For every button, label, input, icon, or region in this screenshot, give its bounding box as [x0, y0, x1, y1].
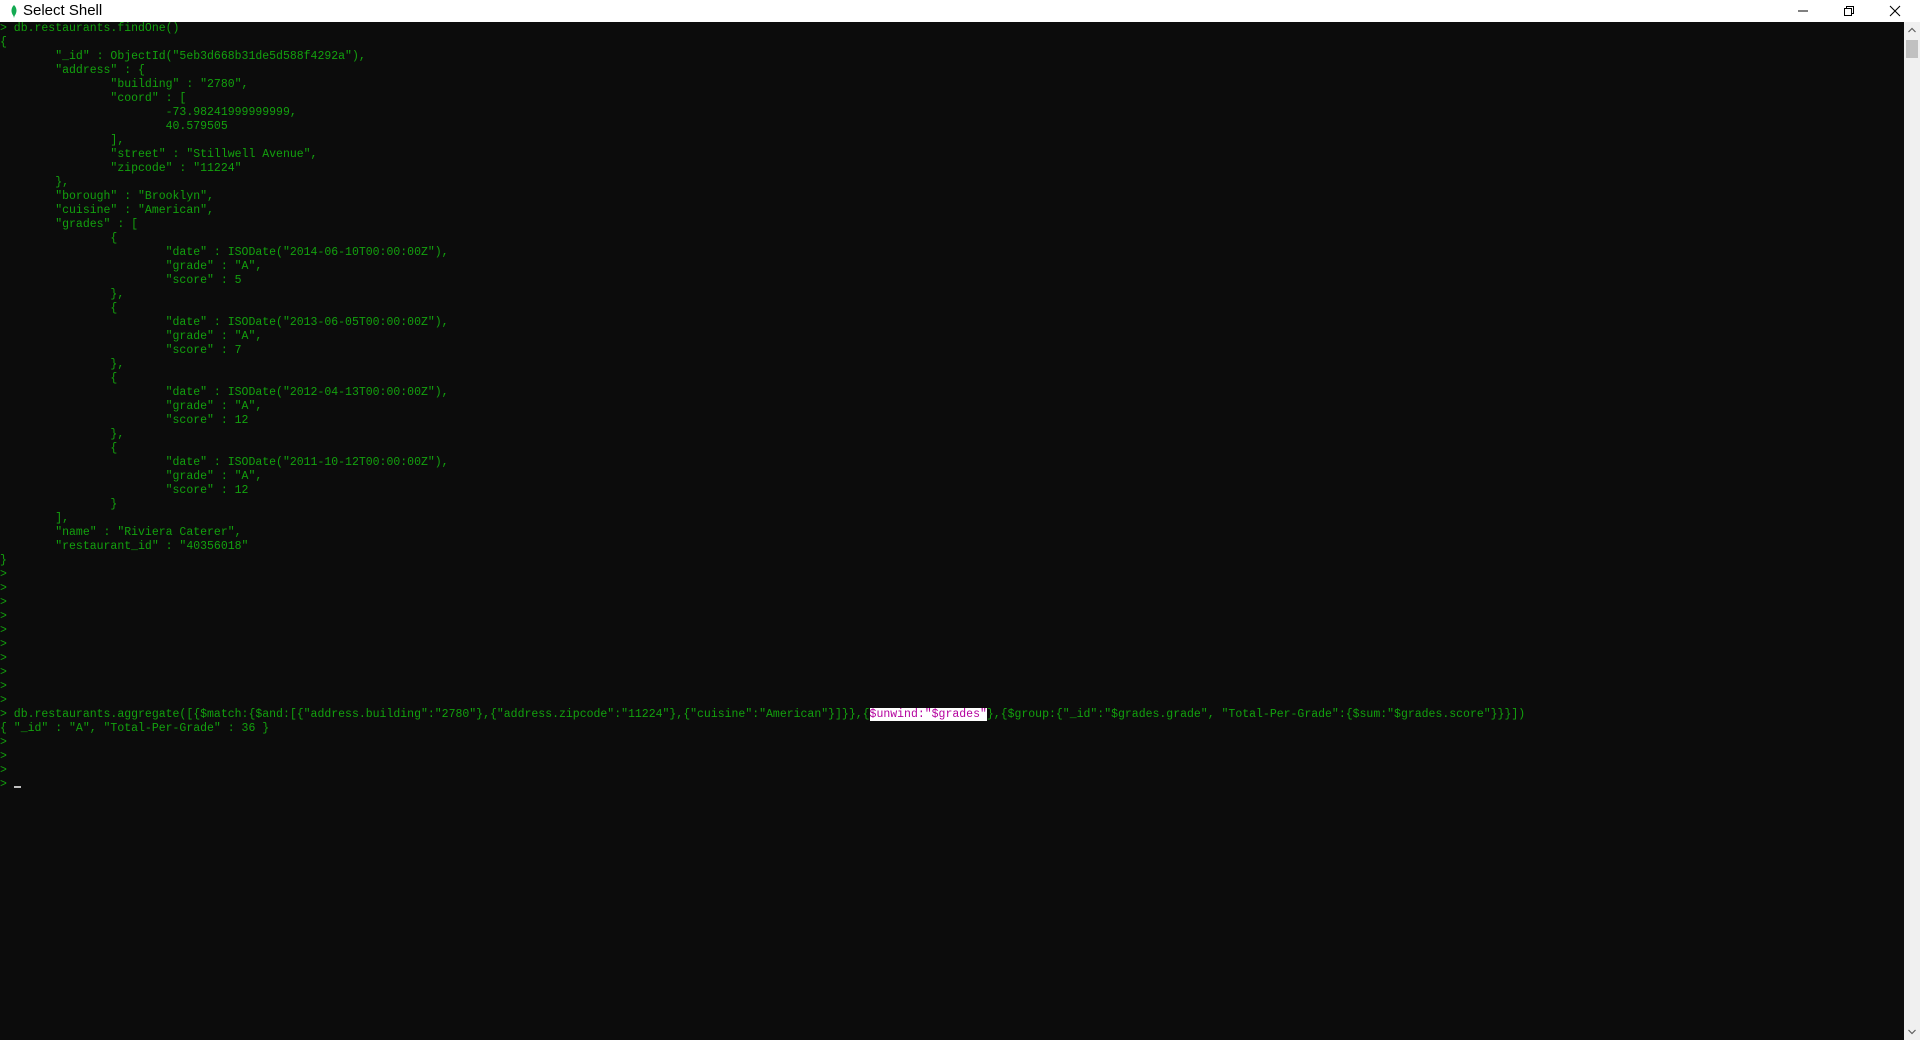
console-line: { — [0, 232, 118, 245]
scroll-down-button[interactable] — [1904, 1024, 1920, 1040]
console-line: "date" : ISODate("2011-10-12T00:00:00Z")… — [0, 456, 449, 469]
console-line: > — [0, 596, 7, 609]
minimize-button[interactable] — [1780, 0, 1826, 22]
console-line: "grade" : "A", — [0, 330, 263, 343]
console-line: { — [0, 372, 118, 385]
prompt-text: > — [0, 778, 14, 791]
scrollbar-thumb[interactable] — [1906, 40, 1918, 58]
restore-button[interactable] — [1826, 0, 1872, 22]
console-line: { — [0, 442, 118, 455]
console-line: "date" : ISODate("2014-06-10T00:00:00Z")… — [0, 246, 449, 259]
console-line: > — [0, 610, 7, 623]
chevron-down-icon — [1908, 1029, 1916, 1035]
console-line: "date" : ISODate("2012-04-13T00:00:00Z")… — [0, 386, 449, 399]
console-line: > — [0, 582, 7, 595]
console-line: { — [0, 302, 118, 315]
console-line: { — [0, 36, 7, 49]
console-line: }, — [0, 358, 125, 371]
console-line: "grades" : [ — [0, 218, 139, 231]
prompt-line: > — [0, 750, 7, 763]
console-line: "score" : 12 — [0, 484, 249, 497]
close-button[interactable] — [1872, 0, 1918, 22]
console-line: "grade" : "A", — [0, 260, 263, 273]
active-prompt-line: > — [0, 778, 21, 792]
restore-icon — [1844, 6, 1854, 16]
console-line: } — [0, 554, 7, 567]
console-line: "building" : "2780", — [0, 78, 249, 91]
console-line: "date" : ISODate("2013-06-05T00:00:00Z")… — [0, 316, 449, 329]
prompt-line: > — [0, 736, 7, 749]
close-icon — [1889, 5, 1901, 17]
window-title: Select Shell — [23, 2, 103, 19]
console-line: "street" : "Stillwell Avenue", — [0, 148, 318, 161]
console-line: "_id" : ObjectId("5eb3d668b31de5d588f429… — [0, 50, 366, 63]
title-bar[interactable]: Select Shell — [0, 0, 1920, 22]
mongodb-leaf-icon — [11, 5, 17, 18]
console-line: "restaurant_id" : "40356018" — [0, 540, 249, 553]
console-line: 40.579505 — [0, 120, 228, 133]
console-line: ], — [0, 512, 70, 525]
console-line: > — [0, 568, 7, 581]
console-line: "score" : 12 — [0, 414, 249, 427]
console-line: "zipcode" : "11224" — [0, 162, 242, 175]
aggregate-command-line: > db.restaurants.aggregate([{$match:{$an… — [0, 708, 1525, 722]
command-text: },{$group:{"_id":"$grades.grade", "Total… — [986, 708, 1526, 721]
console-line: }, — [0, 428, 125, 441]
console-line: "grade" : "A", — [0, 400, 263, 413]
console-line: "cuisine" : "American", — [0, 204, 214, 217]
console-line: "borough" : "Brooklyn", — [0, 190, 214, 203]
minimize-icon — [1798, 10, 1808, 12]
console-line: } — [0, 498, 118, 511]
console-line: "coord" : [ — [0, 92, 187, 105]
console-line: "name" : "Riviera Caterer", — [0, 526, 242, 539]
console-line: > — [0, 680, 7, 693]
chevron-up-icon — [1908, 27, 1916, 33]
console-line: "score" : 5 — [0, 274, 242, 287]
console-line: > — [0, 638, 7, 651]
selected-text[interactable]: $unwind:"$grades" — [869, 708, 987, 721]
vertical-scrollbar[interactable] — [1904, 22, 1920, 1040]
console-line: > — [0, 694, 7, 707]
console-line: "grade" : "A", — [0, 470, 263, 483]
console-line: }, — [0, 288, 125, 301]
console-line: "address" : { — [0, 64, 145, 77]
console-line: > — [0, 652, 7, 665]
console-line: > — [0, 624, 7, 637]
console-output[interactable]: > db.restaurants.findOne(){ "_id" : Obje… — [0, 22, 1904, 1040]
prompt-line: > — [0, 764, 7, 777]
console-line: "score" : 7 — [0, 344, 242, 357]
console-line: }, — [0, 176, 70, 189]
result-line: { "_id" : "A", "Total-Per-Grade" : 36 } — [0, 722, 270, 735]
scroll-up-button[interactable] — [1904, 22, 1920, 38]
console-line: > db.restaurants.findOne() — [0, 22, 180, 35]
console-line: -73.98241999999999, — [0, 106, 297, 119]
text-cursor[interactable] — [13, 786, 21, 788]
console-line: ], — [0, 134, 125, 147]
command-text: > db.restaurants.aggregate([{$match:{$an… — [0, 708, 870, 721]
console-line: > — [0, 666, 7, 679]
shell-window: Select Shell > db.restaurants.findOne(){… — [0, 0, 1920, 1040]
